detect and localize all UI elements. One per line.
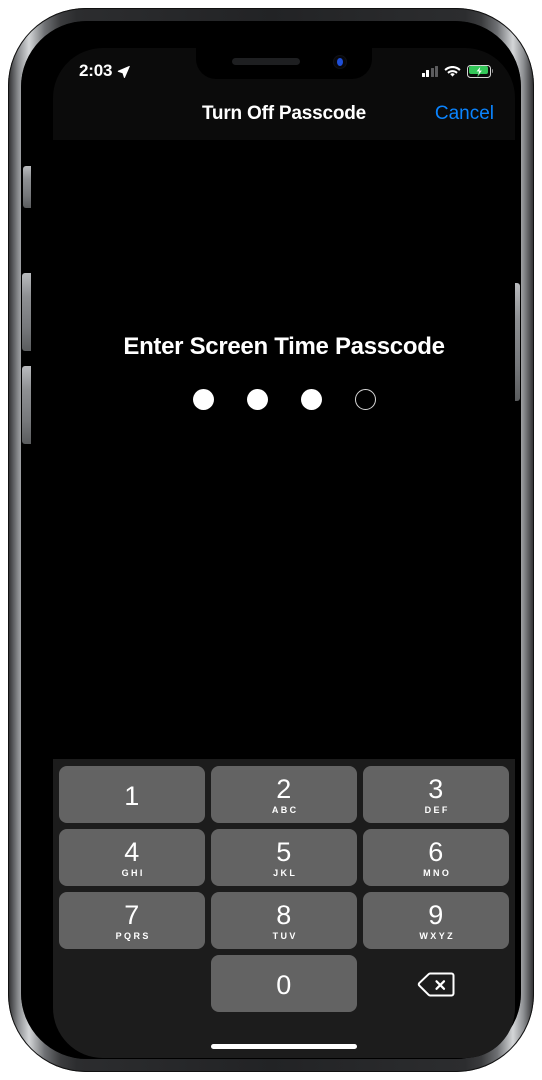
cellular-signal-icon: [421, 65, 438, 77]
key-digit: 4: [124, 837, 140, 867]
passcode-dot-1: [192, 389, 214, 410]
key-letters: GHI: [121, 868, 145, 878]
passcode-prompt-label: Enter Screen Time Passcode: [123, 333, 445, 360]
key-1[interactable]: 1: [59, 766, 205, 823]
key-9[interactable]: 9 WXYZ: [363, 892, 509, 949]
backspace-delete-icon: [417, 972, 455, 997]
passcode-dot-3: [300, 389, 322, 410]
passcode-dots: [53, 389, 515, 410]
key-letters: PQRS: [115, 931, 151, 941]
key-digit: 1: [124, 780, 140, 811]
key-letters: TUV: [272, 931, 298, 941]
front-camera-icon: [334, 56, 346, 68]
cancel-button[interactable]: Cancel: [433, 101, 496, 127]
key-0[interactable]: 0: [211, 955, 357, 1012]
key-digit: 8: [276, 900, 292, 930]
charging-bolt-icon: [475, 65, 484, 77]
wifi-icon: [444, 65, 461, 77]
key-digit: 0: [276, 969, 292, 1000]
delete-button[interactable]: [363, 955, 509, 1012]
volume-down-button[interactable]: [22, 366, 31, 444]
keypad-row: 7 PQRS 8 TUV 9 WXYZ: [59, 892, 509, 949]
home-indicator-bar[interactable]: [211, 1044, 357, 1049]
phone-bezel: 2:03 Turn Off Passcode Cancel Enter Scre…: [21, 21, 521, 1059]
keypad-row: 0: [59, 955, 509, 1012]
passcode-dot-2: [246, 389, 268, 410]
navigation-bar: Turn Off Passcode Cancel: [53, 88, 515, 140]
key-digit: 5: [276, 837, 292, 867]
key-letters: MNO: [423, 868, 452, 878]
key-8[interactable]: 8 TUV: [211, 892, 357, 949]
notch: [196, 48, 372, 79]
key-letters: ABC: [271, 805, 299, 815]
numeric-keypad: 1 2 ABC 3 DEF 4 GHI 5 JKL 6 MNO 7 PQRS 8…: [53, 759, 515, 1058]
keypad-row: 1 2 ABC 3 DEF: [59, 766, 509, 823]
key-digit: 2: [276, 774, 292, 804]
key-digit: 3: [428, 774, 444, 804]
key-digit: 6: [428, 837, 444, 867]
location-arrow-icon: [117, 65, 131, 78]
keypad-row: 4 GHI 5 JKL 6 MNO: [59, 829, 509, 886]
key-4[interactable]: 4 GHI: [59, 829, 205, 886]
battery-charging-icon: [467, 64, 493, 78]
status-bar-right: [421, 64, 493, 78]
key-letters: DEF: [424, 805, 450, 815]
key-3[interactable]: 3 DEF: [363, 766, 509, 823]
key-blank: [59, 955, 205, 1012]
key-digit: 9: [428, 900, 444, 930]
earpiece-speaker-icon: [232, 58, 300, 65]
phone-screen: 2:03 Turn Off Passcode Cancel Enter Scre…: [53, 48, 515, 1058]
key-6[interactable]: 6 MNO: [363, 829, 509, 886]
key-2[interactable]: 2 ABC: [211, 766, 357, 823]
key-letters: WXYZ: [419, 931, 455, 941]
phone-frame: 2:03 Turn Off Passcode Cancel Enter Scre…: [8, 8, 534, 1072]
passcode-dot-4: [354, 389, 376, 410]
status-time: 2:03: [79, 61, 113, 80]
mute-switch-button[interactable]: [23, 166, 31, 208]
key-letters: JKL: [273, 868, 298, 878]
key-5[interactable]: 5 JKL: [211, 829, 357, 886]
status-bar-left: 2:03: [79, 61, 131, 81]
volume-up-button[interactable]: [22, 273, 31, 351]
key-7[interactable]: 7 PQRS: [59, 892, 205, 949]
key-digit: 7: [124, 900, 140, 930]
